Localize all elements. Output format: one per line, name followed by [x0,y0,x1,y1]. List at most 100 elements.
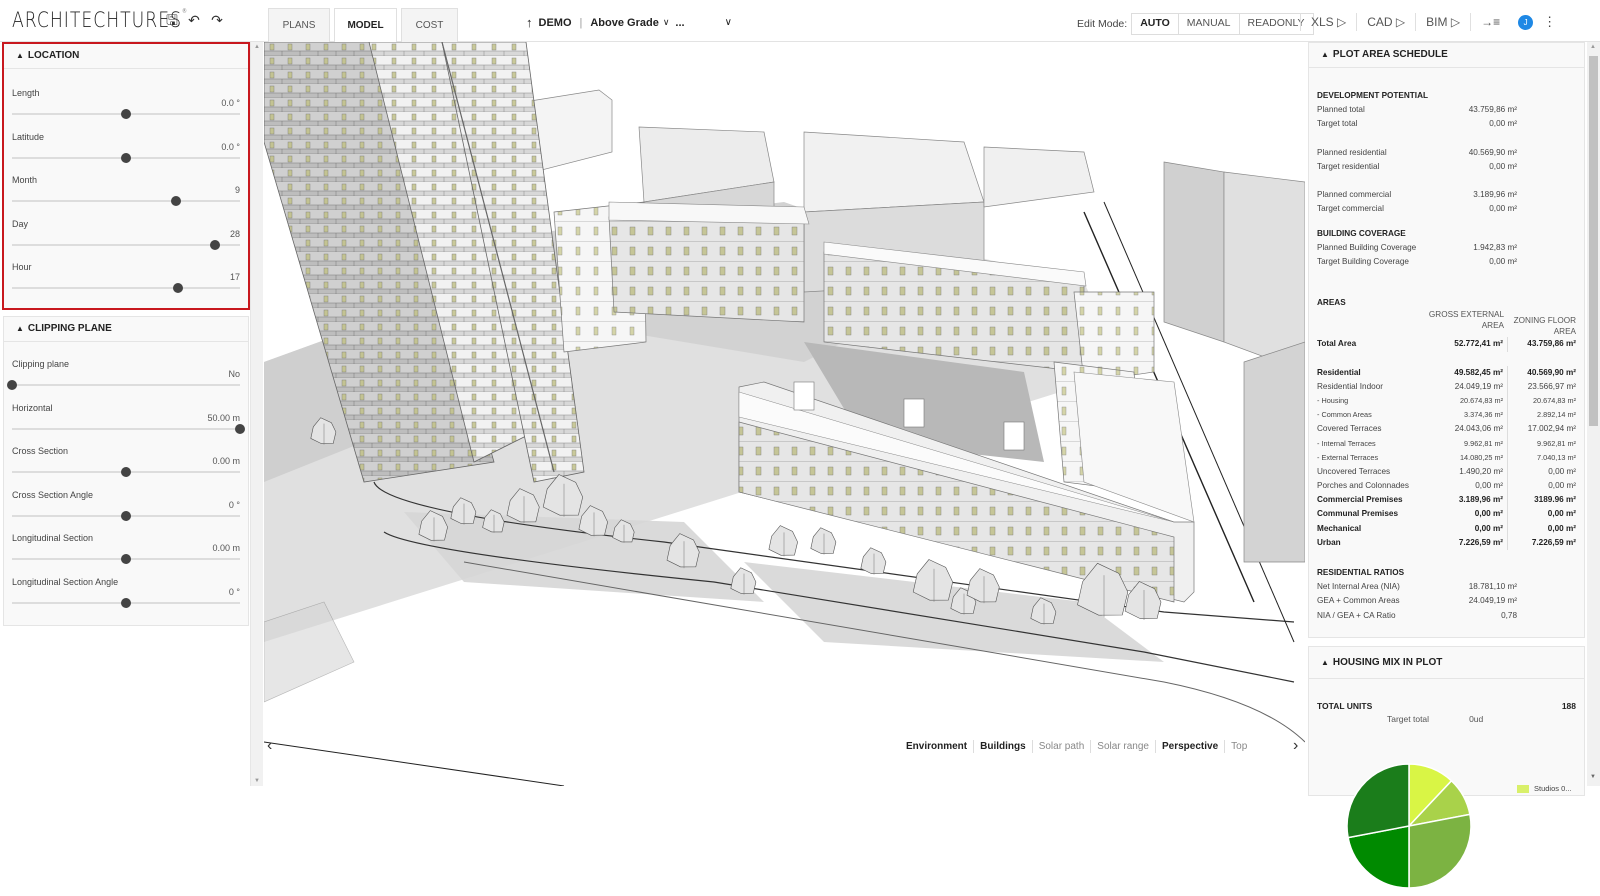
clipping-plane-header[interactable]: ▲ CLIPPING PLANE [4,317,248,342]
row-label: NIA / GEA + CA Ratio [1317,610,1396,620]
slider-track[interactable] [12,384,240,386]
slider-thumb[interactable] [121,597,131,608]
3d-viewport[interactable]: ‹ › Environment Buildings Solar path Sol… [264,42,1305,786]
view-option-buildings[interactable]: Buildings [973,740,1032,753]
scroll-down-icon[interactable]: ▼ [254,778,260,784]
slider-track[interactable] [12,287,240,289]
area-label: Uncovered Terraces [1317,466,1391,476]
view-option-solar-range[interactable]: Solar range [1090,740,1155,753]
location-header[interactable]: ▲ LOCATION [4,44,248,69]
slider-track[interactable] [12,243,240,246]
collapse-panel-icon[interactable]: →≡ [1470,13,1510,31]
slider-value: 0.00 m [212,456,240,466]
area-zfa-value: 40.569,90 m² [1527,367,1576,377]
tab-cost[interactable]: COST [401,8,458,42]
chevron-up-icon[interactable]: ▲ [1321,43,1329,67]
scroll-up-icon[interactable]: ▲ [1590,44,1596,50]
edit-mode-manual[interactable]: MANUAL [1179,14,1240,34]
slider-thumb[interactable] [121,152,131,163]
area-row: Mechanical 0,00 m² 0,00 m² [1317,521,1576,536]
clipping-plane-card: ▲ CLIPPING PLANE Clipping plane No Horizon… [3,316,249,626]
area-zfa-value: 7.226,59 m² [1531,537,1576,547]
chevron-down-icon[interactable]: ∨ [663,17,670,28]
residential-ratios-title: RESIDENTIAL RATIOS [1317,568,1405,577]
up-arrow-icon[interactable]: ↑ [526,15,533,30]
slider-label: Horizontal [12,402,53,413]
app-logo: ARCHITECHTURES® [12,8,188,32]
slider-label: Clipping plane [12,359,70,369]
edit-mode-auto[interactable]: AUTO [1132,14,1179,34]
area-label: Commercial Premises [1317,495,1403,505]
level-selector[interactable]: Above Grade [590,17,658,29]
separator: | [579,16,583,29]
right-scrollbar[interactable]: ▲ ▼ [1587,42,1600,786]
redo-icon[interactable]: ↷ [209,12,225,28]
save-icon[interactable]: 🖫 [164,12,180,28]
right-panel: ▲ PLOT AREA SCHEDULE DEVELOPMENT POTENTI… [1305,42,1600,889]
development-potential-title: DEVELOPMENT POTENTIAL [1317,91,1428,100]
area-label: - Housing [1317,395,1349,405]
housing-mix-pie-chart[interactable] [1339,756,1479,896]
slider-track[interactable] [12,427,240,430]
pie-slice[interactable] [1408,813,1472,889]
slider-thumb[interactable] [171,196,182,206]
area-zfa-value: 0,00 m² [1548,466,1576,476]
user-avatar[interactable]: J [1518,14,1534,30]
scroll-down-icon[interactable]: ▼ [1590,774,1596,780]
project-selector[interactable]: ↑ DEMO | Above Grade ∨ ... ∨ [526,15,732,30]
left-scrollbar[interactable]: ▲ ▼ [250,42,263,786]
tab-model[interactable]: MODEL [334,8,397,43]
slider-thumb[interactable] [121,510,131,521]
area-row: Residential Indoor 24.049,19 m² 23.566,97 … [1317,379,1576,394]
area-gea-value: 24.049,19 m² [1428,379,1508,394]
slider-row: Cross Section 0.00 m [4,439,248,483]
3d-model-scene[interactable] [264,42,1305,786]
slider-thumb[interactable] [235,423,245,434]
slider-thumb[interactable] [121,554,131,564]
slider-track[interactable] [12,200,240,202]
area-row: - Common Areas 3.374,36 m² 2.892,14 m² [1317,408,1576,423]
schedule-row: Net Internal Area (NIA) 18.781,10 m² [1317,580,1517,594]
plot-area-schedule-header[interactable]: ▲ PLOT AREA SCHEDULE [1309,43,1584,68]
more-vert-icon[interactable]: ⋮ [1543,14,1556,30]
undo-icon[interactable]: ↶ [186,12,202,28]
schedule-row: NIA / GEA + CA Ratio 0,78 [1317,609,1517,623]
slider-row: Month 9 [4,168,248,212]
chevron-up-icon[interactable]: ▲ [16,317,24,341]
slider-thumb[interactable] [121,467,131,477]
more-selector[interactable]: ... [675,17,684,29]
view-option-perspective[interactable]: Perspective [1154,740,1224,753]
housing-mix-header[interactable]: ▲ HOUSING MIX IN PLOT [1309,647,1584,679]
export-bim-button[interactable]: BIM ▷ [1415,13,1470,31]
top-bar: ARCHITECHTURES® 🖫 ↶ ↷ PLANS MODEL COST ↑… [0,0,1600,43]
area-zfa-value: 17.002,94 m² [1527,424,1576,434]
legend-label: Studios 0... [1534,784,1572,793]
scroll-up-icon[interactable]: ▲ [254,44,260,50]
pie-slice[interactable] [1346,763,1410,839]
area-zfa-value: 2.892,14 m² [1537,410,1576,420]
next-view-button[interactable]: › [1293,737,1298,755]
slider-thumb[interactable] [121,109,131,119]
chevron-up-icon[interactable]: ▲ [1321,651,1329,675]
slider-thumb[interactable] [209,239,220,250]
chevron-down-icon[interactable]: ∨ [725,17,732,28]
previous-view-button[interactable]: ‹ [267,737,272,755]
location-card: ▲ LOCATION Length 0.0 ° Latitude 0.0 ° Month… [2,42,250,310]
slider-thumb[interactable] [7,380,17,390]
area-zfa-value: 0,00 m² [1547,523,1576,533]
slider-thumb[interactable] [173,283,184,293]
view-option-solar-path[interactable]: Solar path [1031,740,1091,753]
schedule-row: Planned total 43.759,86 m² [1317,103,1517,117]
row-label: Target commercial [1317,204,1384,214]
tab-plans[interactable]: PLANS [268,8,330,42]
area-row: Residential 49.582,45 m² 40.569,90 m² [1317,365,1576,380]
view-option-top[interactable]: Top [1224,740,1253,753]
export-xls-button[interactable]: XLS ▷ [1300,13,1356,31]
chevron-up-icon[interactable]: ▲ [16,44,24,68]
view-option-environment[interactable]: Environment [900,740,973,753]
export-cad-button[interactable]: CAD ▷ [1356,13,1415,31]
area-row: Communal Premises 0,00 m² 0,00 m² [1317,507,1576,522]
scrollbar-thumb[interactable] [1589,56,1598,426]
area-label: Porches and Colonnades [1317,481,1409,491]
area-label: - Common Areas [1317,410,1372,420]
